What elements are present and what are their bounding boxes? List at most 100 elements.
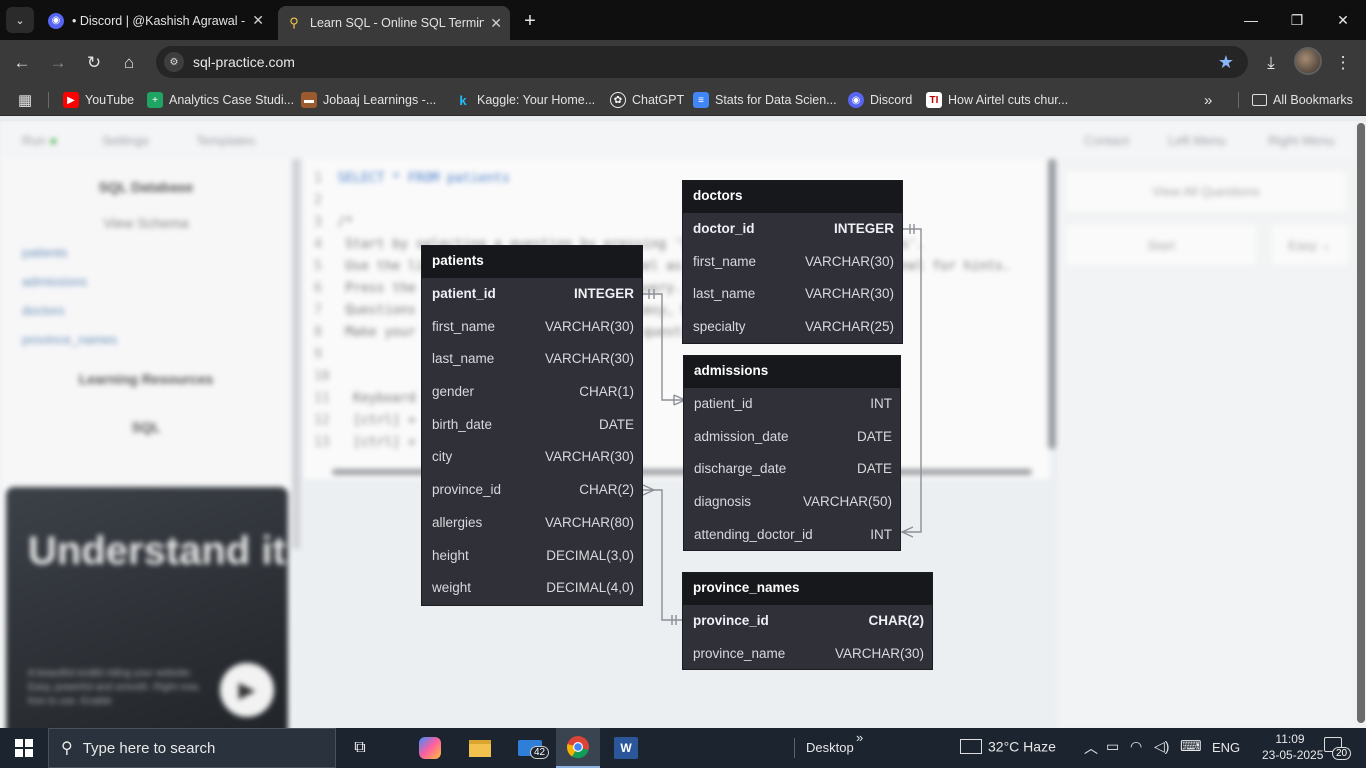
er-table-province-names[interactable]: province_names province_id CHAR(2) provin… <box>682 572 933 670</box>
page-scrollbar[interactable] <box>1356 121 1366 728</box>
taskbar-search-box[interactable]: ⚲ Type here to search <box>48 728 336 768</box>
run-button[interactable]: Run ● <box>22 133 57 148</box>
restore-icon[interactable]: ❐ <box>1274 0 1320 40</box>
sql-editor[interactable]: 1 SELECT * FROM patients 2 3 /* 4 Start … <box>304 159 1050 479</box>
left-menu-button[interactable]: Left Menu <box>1168 133 1226 148</box>
er-table-admissions[interactable]: admissions patient_id INT admission_date D… <box>683 355 901 551</box>
new-tab-button[interactable]: + <box>518 9 542 33</box>
language-indicator[interactable]: ENG <box>1212 740 1240 755</box>
bookmark-airtel[interactable]: TI How Airtel cuts chur... <box>926 91 1068 109</box>
er-table-doctors[interactable]: doctors doctor_id INTEGER first_name VARCH… <box>682 180 903 344</box>
promo-title: Understand it <box>28 529 286 573</box>
all-bookmarks-button[interactable]: All Bookmarks <box>1252 91 1353 109</box>
er-row: gender CHAR(1) <box>422 376 642 409</box>
copilot-icon[interactable] <box>408 728 452 768</box>
view-schema-button[interactable]: View Schema <box>0 215 292 231</box>
mail-icon[interactable]: 42 <box>508 728 552 768</box>
table-link-doctors[interactable]: doctors <box>22 303 65 318</box>
difficulty-select[interactable]: Easy ⌄ <box>1272 225 1348 265</box>
tab-search-chevron-icon[interactable]: ⌄ <box>6 7 34 33</box>
panel-divider[interactable] <box>292 159 300 549</box>
column-name: attending_doctor_id <box>694 526 813 542</box>
bookmark-jobaaj[interactable]: ▬ Jobaaj Learnings -... <box>301 91 436 109</box>
task-view-icon[interactable]: ⧉ <box>338 728 382 768</box>
column-name: first_name <box>693 253 757 269</box>
run-label: Run <box>22 133 46 148</box>
address-bar[interactable]: ⚙ sql-practice.com ★ <box>156 46 1248 78</box>
clock[interactable]: 11:09 23-05-2025 <box>1262 732 1323 762</box>
more-bookmarks-chevron-icon[interactable]: » <box>1204 91 1212 109</box>
bookmark-kaggle[interactable]: k Kaggle: Your Home... <box>455 91 595 109</box>
column-name: last_name <box>432 351 495 367</box>
word-icon[interactable]: W <box>604 728 648 768</box>
browser-toolbar: ← → ↻ ⌂ ⚙ sql-practice.com ★ ⤓ ⋮ <box>0 40 1366 84</box>
editor-vertical-scrollbar[interactable] <box>1048 159 1056 449</box>
file-explorer-icon[interactable] <box>458 728 502 768</box>
tray-chevron-up-icon[interactable]: ︿ <box>1084 738 1098 758</box>
promo-card: Understand it A beautiful toolkit riding… <box>6 487 288 728</box>
er-row: patient_id INT <box>684 388 900 421</box>
keyboard-icon[interactable]: ⌨ <box>1180 737 1202 755</box>
more-menu-icon[interactable]: ⋮ <box>1330 50 1356 76</box>
er-table-patients[interactable]: patients patient_id INTEGER first_name VAR… <box>421 245 643 606</box>
table-link-patients[interactable]: patients <box>22 245 68 260</box>
start-button[interactable]: Start <box>1066 225 1256 265</box>
contact-button[interactable]: Contact <box>1084 133 1129 148</box>
tab-discord[interactable]: ◉ • Discord | @Kashish Agrawal - ✕ <box>40 7 272 34</box>
reload-icon[interactable]: ↻ <box>81 50 107 76</box>
editor-line: SELECT * FROM patients <box>337 171 510 186</box>
er-row: admission_date DATE <box>684 421 900 454</box>
windows-start-icon[interactable] <box>0 728 48 768</box>
bookmark-discord[interactable]: ◉ Discord <box>848 91 912 109</box>
volume-icon[interactable]: ◁) <box>1154 738 1169 755</box>
bookmark-analytics[interactable]: + Analytics Case Studi... <box>147 91 294 109</box>
er-row: first_name VARCHAR(30) <box>683 246 902 279</box>
close-tab-icon[interactable]: ✕ <box>252 12 264 29</box>
forward-arrow-icon[interactable]: → <box>45 50 71 76</box>
bookmark-stats[interactable]: ≡ Stats for Data Scien... <box>693 91 837 109</box>
bookmark-youtube[interactable]: ▶ YouTube <box>63 91 134 109</box>
close-tab-icon[interactable]: ✕ <box>490 15 502 32</box>
apps-grid-icon[interactable]: ▦ <box>18 91 32 109</box>
settings-button[interactable]: Settings <box>102 133 149 148</box>
sql-tab[interactable]: SQL <box>0 419 292 435</box>
play-icon[interactable]: ▶ <box>220 663 274 717</box>
chevron-right-icon[interactable]: » <box>856 730 863 745</box>
wifi-icon[interactable]: ◠ <box>1130 738 1142 755</box>
clock-time: 11:09 <box>1275 732 1305 746</box>
column-type: VARCHAR(30) <box>834 645 924 661</box>
view-all-questions-button[interactable]: View All Questions <box>1066 171 1346 211</box>
page-scrollbar-thumb[interactable] <box>1357 123 1365 723</box>
bookmark-chatgpt[interactable]: ✿ ChatGPT <box>610 91 684 109</box>
minimize-icon[interactable]: — <box>1228 0 1274 40</box>
er-row: first_name VARCHAR(30) <box>422 311 642 344</box>
download-icon[interactable]: ⤓ <box>1258 50 1284 76</box>
table-link-admissions[interactable]: admissions <box>22 274 87 289</box>
bookmark-star-icon[interactable]: ★ <box>1218 52 1234 73</box>
app-toolbar: Run ● Settings Templates Contact Left Me… <box>0 121 1356 159</box>
templates-button[interactable]: Templates <box>196 133 255 148</box>
bookmark-label: Discord <box>870 93 913 107</box>
battery-icon[interactable]: ▭ <box>1106 738 1119 755</box>
chrome-icon[interactable] <box>556 728 600 768</box>
notifications-icon[interactable]: 20 <box>1324 737 1352 760</box>
site-settings-icon[interactable]: ⚙ <box>164 52 184 72</box>
back-arrow-icon[interactable]: ← <box>9 50 35 76</box>
weather-widget[interactable]: 32°C Haze <box>960 738 1056 755</box>
discord-icon: ◉ <box>48 12 64 29</box>
close-window-icon[interactable]: ✕ <box>1320 0 1366 40</box>
editor-line: /* <box>337 215 354 230</box>
all-bookmarks-label: All Bookmarks <box>1273 93 1353 107</box>
one-marker <box>671 615 677 625</box>
desktop-toolbar[interactable]: Desktop <box>806 740 854 755</box>
table-link-province-names[interactable]: province_names <box>22 332 117 347</box>
column-type: VARCHAR(30) <box>804 286 894 302</box>
er-row: last_name VARCHAR(30) <box>683 278 902 311</box>
home-icon[interactable]: ⌂ <box>116 50 142 76</box>
column-name: patient_id <box>694 396 753 411</box>
profile-avatar[interactable] <box>1294 47 1322 75</box>
column-type: INTEGER <box>573 286 634 301</box>
mail-badge: 42 <box>530 746 550 759</box>
tab-sql-practice[interactable]: ⚲ Learn SQL - Online SQL Terminal ✕ <box>278 6 510 40</box>
right-menu-button[interactable]: Right Menu <box>1268 133 1334 148</box>
